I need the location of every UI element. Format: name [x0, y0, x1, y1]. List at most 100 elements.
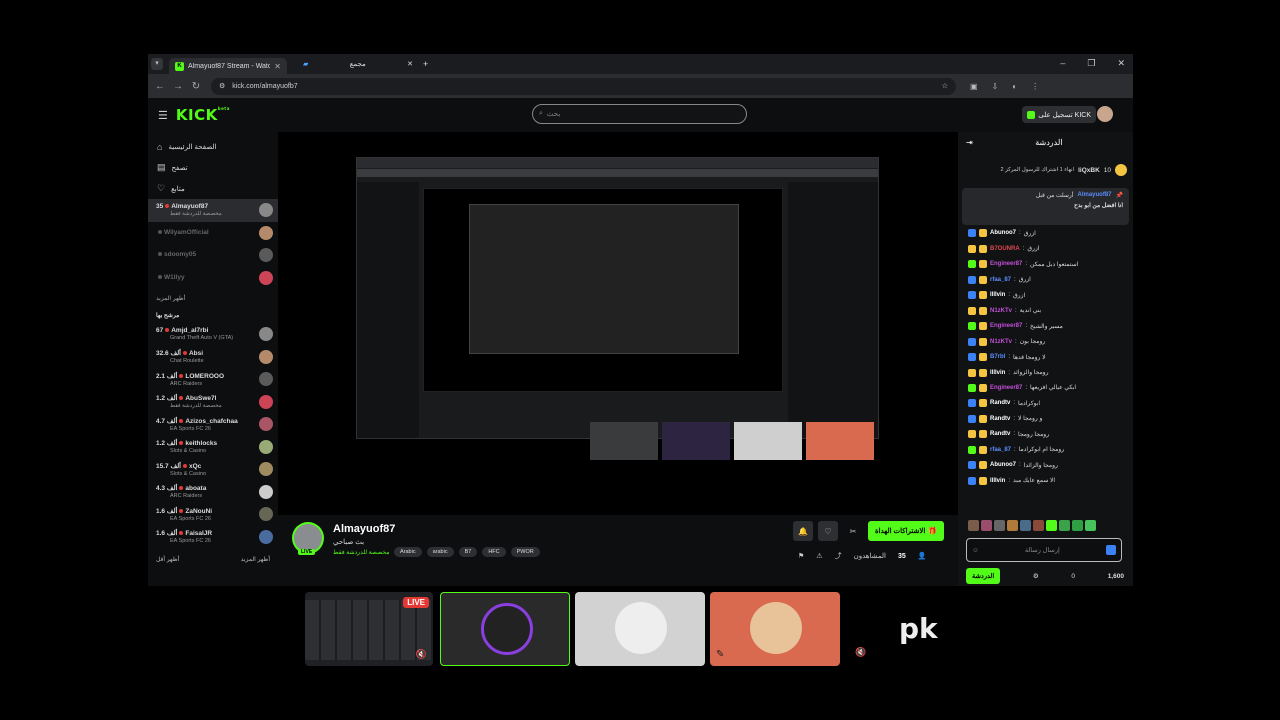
show-more-link[interactable]: أظهر المزيد	[241, 556, 270, 563]
collapse-chat-icon[interactable]: ⇥	[966, 138, 973, 147]
sidebar-channel-row[interactable]: WilyamOfficial	[148, 222, 278, 245]
emote[interactable]	[1046, 520, 1057, 531]
subscribe-gift-button[interactable]: الاشتراكات الهداة 🎁	[868, 521, 944, 541]
chat-username[interactable]: Abunoo7	[990, 462, 1016, 468]
chat-title: الدردشة	[1035, 137, 1063, 147]
chat-send-button[interactable]: الدردشة	[966, 568, 1001, 584]
close-tab-icon[interactable]: ✕	[407, 60, 413, 68]
chat-username[interactable]: Randtv	[990, 416, 1010, 422]
stream-tag[interactable]: PWOR	[510, 547, 540, 557]
chat-message: rfaa_87: ازرق	[968, 273, 1127, 285]
chat-username[interactable]: llllvin	[990, 370, 1005, 376]
sidebar-nav-item[interactable]: ⌂ الصفحة الرئيسية	[148, 136, 278, 157]
close-window-icon[interactable]: ✕	[1117, 58, 1125, 69]
emote[interactable]	[1007, 520, 1018, 531]
warning-icon[interactable]: ⚠	[816, 552, 822, 560]
stream-tag[interactable]: B7	[458, 547, 478, 557]
settings-gear-icon[interactable]: ⚙	[1033, 572, 1039, 580]
emote[interactable]	[968, 520, 979, 531]
channel-avatar	[259, 203, 273, 218]
emoji-icon[interactable]: ☺	[972, 547, 979, 554]
search-input[interactable]: ⌕ بحث	[532, 104, 747, 124]
chat-username[interactable]: Engineer87	[990, 323, 1022, 329]
tab-second[interactable]: ▰ مجمع ✕	[303, 60, 413, 68]
channel-info: 1.6 ألف ZaNouNi EA Sports FC 26	[156, 507, 212, 522]
chat-username[interactable]: llllvin	[990, 478, 1005, 484]
gift-icon: 🎁	[928, 528, 938, 535]
sidebar-channel-row[interactable]: 1.2 ألف keithlocks Slots & Casino	[148, 436, 278, 459]
download-icon[interactable]: ⇩	[992, 82, 999, 91]
forward-icon[interactable]: →	[169, 81, 187, 92]
emote[interactable]	[1033, 520, 1044, 531]
pin-icon[interactable]: 📌	[1116, 192, 1123, 199]
channel-name[interactable]: Almayuof87	[333, 523, 395, 535]
notification-bell-icon[interactable]: 🔔	[793, 521, 813, 541]
emote[interactable]	[1059, 520, 1070, 531]
stream-tag[interactable]: HFC	[482, 547, 506, 557]
tab-dropdown-button[interactable]: ▾	[151, 58, 163, 70]
follow-heart-icon[interactable]: ♡	[818, 521, 838, 541]
emote[interactable]	[1072, 520, 1083, 531]
sidebar-channel-row[interactable]: 4.7 ألف Azizos_chafchaa EA Sports FC 26	[148, 413, 278, 436]
show-less-link[interactable]: أظهر أقل	[156, 556, 179, 563]
back-icon[interactable]: ←	[151, 81, 169, 92]
video-player[interactable]	[278, 132, 958, 515]
channel-avatar	[259, 327, 273, 342]
sidebar-channel-row[interactable]: 1.2 ألف AbuSwe7l مخصصة للدردشة فقط	[148, 391, 278, 414]
sidebar-channel-row[interactable]: 35 Almayuof87 مخصصة للدردشة فقط	[148, 199, 278, 222]
sidebar-nav-item[interactable]: ▤ تصفح	[148, 157, 278, 178]
kick-logo[interactable]: KICKbeta	[176, 106, 230, 124]
report-icon[interactable]: ⚑	[798, 552, 804, 560]
login-button[interactable]: تسجيل على KICK	[1022, 106, 1096, 123]
minimize-icon[interactable]: –	[1060, 58, 1065, 69]
chat-input[interactable]: ☺ إرسال رسالة	[966, 538, 1122, 562]
menu-dots-icon[interactable]: ⋮	[1031, 82, 1039, 91]
chat-username[interactable]: rfaa_87	[990, 277, 1011, 283]
restore-icon[interactable]: ❐	[1087, 58, 1095, 69]
chat-username[interactable]: Abunoo7	[990, 230, 1016, 236]
extensions-icon[interactable]: ▣	[970, 82, 978, 91]
chat-username[interactable]: B7OUNRA	[990, 246, 1020, 252]
emote[interactable]	[981, 520, 992, 531]
pinned-user[interactable]: Almayuof87	[1078, 192, 1112, 199]
emote[interactable]	[1020, 520, 1031, 531]
sidebar-channel-row[interactable]: sdoomy05	[148, 244, 278, 267]
chat-username[interactable]: llllvin	[990, 292, 1005, 298]
sidebar-channel-row[interactable]: W1llyy	[148, 267, 278, 290]
emote[interactable]	[994, 520, 1005, 531]
stream-tag[interactable]: Arabic	[394, 547, 422, 557]
chat-username[interactable]: N1zKTv	[990, 339, 1012, 345]
chat-username[interactable]: rfaa_87	[990, 447, 1011, 453]
emote[interactable]	[1085, 520, 1096, 531]
chat-username[interactable]: Randtv	[990, 400, 1010, 406]
chat-username[interactable]: Randtv	[990, 431, 1010, 437]
user-avatar[interactable]	[1097, 106, 1113, 122]
bookmark-star-icon[interactable]: ☆	[942, 82, 948, 90]
sidebar-channel-row[interactable]: 4.3 ألف aboata ARC Raiders	[148, 481, 278, 504]
chat-username[interactable]: N1zKTv	[990, 308, 1012, 314]
sidebar-channel-row[interactable]: 67 Amjd_al7rbi Grand Theft Auto V (GTA)	[148, 323, 278, 346]
close-tab-icon[interactable]: ✕	[274, 62, 281, 71]
sidebar-channel-row[interactable]: 1.6 ألف FaisalJR EA Sports FC 26	[148, 526, 278, 549]
chat-username[interactable]: Engineer87	[990, 385, 1022, 391]
sidebar-nav-item[interactable]: ♡ متابع	[148, 178, 278, 199]
sidebar-channel-row[interactable]: 1.6 ألف ZaNouNi EA Sports FC 26	[148, 503, 278, 526]
see-more-following[interactable]: أظهر المزيد	[148, 289, 278, 306]
hamburger-menu-icon[interactable]: ☰	[158, 109, 168, 122]
sidebar-channel-row[interactable]: 2.1 ألف LOMEROOO ARC Raiders	[148, 368, 278, 391]
reload-icon[interactable]: ↻	[187, 81, 205, 92]
clip-icon[interactable]: ✂	[843, 521, 863, 541]
share-icon[interactable]: ⤴	[835, 551, 842, 561]
sidebar-channel-row[interactable]: 32.6 ألف Absi Chat Roulette	[148, 346, 278, 369]
new-tab-button[interactable]: +	[423, 59, 428, 69]
tab-active[interactable]: K Almayuof87 Stream - Watch Liv ✕	[169, 58, 287, 74]
address-bar[interactable]: ⚙ kick.com/almayuofb7 ☆	[211, 77, 956, 95]
stream-tag[interactable]: arabic	[426, 547, 454, 557]
site-info-icon[interactable]: ⚙	[219, 82, 225, 90]
chat-username[interactable]: Engineer87	[990, 261, 1022, 267]
profile-icon[interactable]: ◐	[1012, 82, 1017, 91]
chat-username[interactable]: B7rbl	[990, 354, 1005, 360]
sidebar-channel-row[interactable]: 15.7 ألف xQc Slots & Casino	[148, 458, 278, 481]
stream-category[interactable]: مخصصة للدردشة فقط	[333, 549, 389, 556]
channel-avatar	[259, 462, 273, 477]
